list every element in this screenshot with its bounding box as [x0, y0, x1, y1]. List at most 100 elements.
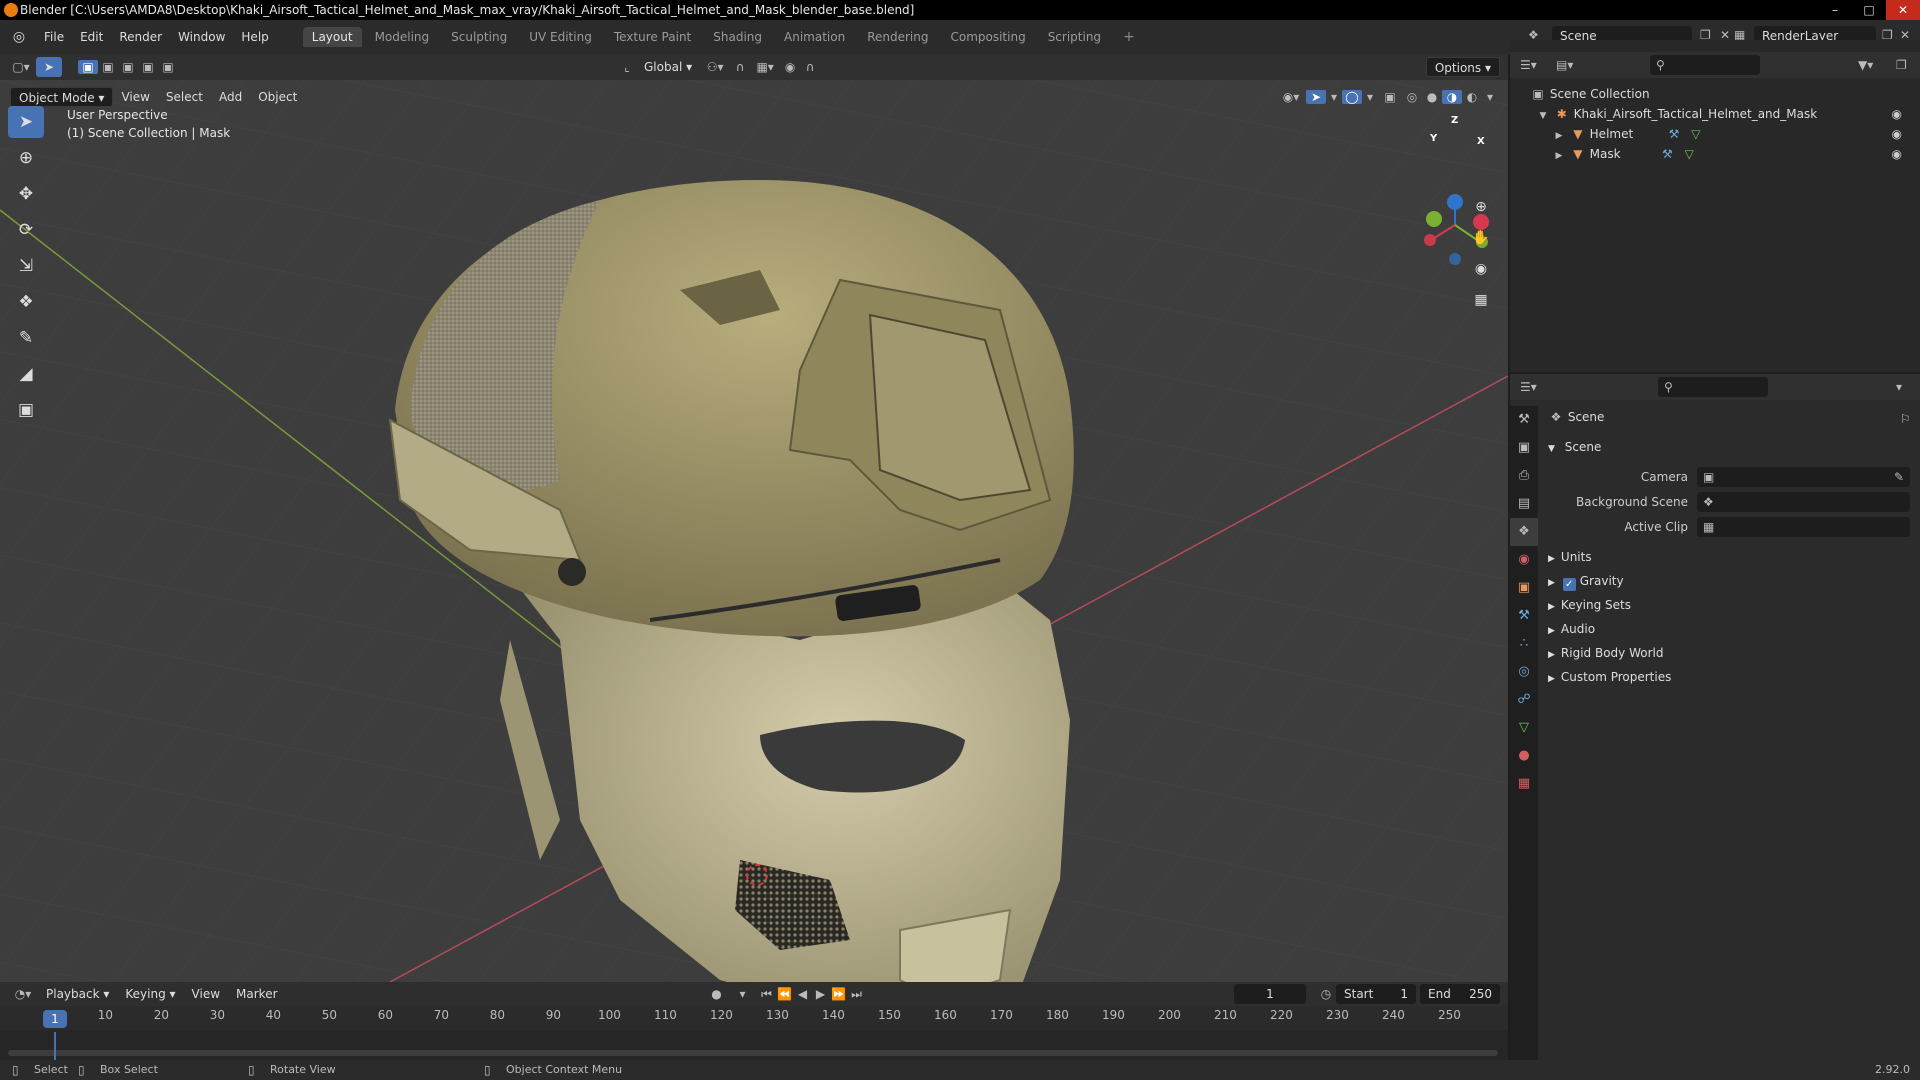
visibility-eye-icon[interactable]: ◉: [1892, 124, 1902, 144]
timeline-scrollbar[interactable]: [8, 1050, 1498, 1056]
falloff-icon[interactable]: ∩: [800, 60, 820, 74]
tab-scripting[interactable]: Scripting: [1039, 27, 1110, 47]
viewport-menu-add[interactable]: Add: [211, 90, 250, 104]
tab-compositing[interactable]: Compositing: [941, 27, 1034, 47]
transform-orientation-dropdown[interactable]: Global ▾: [636, 57, 700, 77]
viewport-menu-view[interactable]: View: [113, 90, 157, 104]
add-cube-tool-icon[interactable]: ▣: [8, 394, 44, 426]
viewport-menu-object[interactable]: Object: [250, 90, 305, 104]
outliner-row-scene-collection[interactable]: ▣ Scene Collection: [1510, 84, 1920, 104]
select-box-tool-icon[interactable]: ➤: [8, 106, 44, 138]
outliner-editor-type-icon[interactable]: ☰▾: [1520, 58, 1537, 72]
render-tab-icon[interactable]: ▣: [1510, 434, 1538, 462]
blender-menu-icon[interactable]: ◎: [10, 28, 28, 46]
outliner-row-group[interactable]: ▼ ✱ Khaki_Airsoft_Tactical_Helmet_and_Ma…: [1510, 104, 1920, 124]
texture-tab-icon[interactable]: ▦: [1510, 770, 1538, 798]
minimize-button[interactable]: –: [1818, 0, 1852, 20]
tab-sculpting[interactable]: Sculpting: [442, 27, 516, 47]
tab-texture-paint[interactable]: Texture Paint: [605, 27, 700, 47]
camera-view-icon[interactable]: ◉: [1468, 256, 1494, 282]
background-scene-field[interactable]: ❖: [1697, 492, 1910, 512]
tab-layout[interactable]: Layout: [302, 27, 362, 47]
options-dropdown[interactable]: Options ▾: [1425, 57, 1500, 77]
physics-tab-icon[interactable]: ◎: [1510, 658, 1538, 686]
menu-window[interactable]: Window: [170, 30, 233, 44]
material-shading-icon[interactable]: ◑: [1442, 90, 1462, 104]
xray-icon[interactable]: ▣: [1378, 90, 1402, 104]
visibility-eye-icon[interactable]: ◉: [1892, 104, 1902, 124]
outliner-row-helmet[interactable]: ▶ ▼ Helmet ⚒ ▽ ◉: [1510, 124, 1920, 144]
properties-options-icon[interactable]: ▾: [1896, 380, 1902, 394]
expand-arrow-icon[interactable]: ▼: [1536, 106, 1550, 126]
solid-shading-icon[interactable]: ●: [1422, 90, 1442, 104]
3d-viewport[interactable]: Z X Y User Perspective (1) Scene Collect…: [0, 80, 1508, 982]
modifiers-tab-icon[interactable]: ⚒: [1510, 602, 1538, 630]
scene-panel-header[interactable]: ▼ Scene: [1548, 440, 1601, 454]
material-tab-icon[interactable]: ●: [1510, 742, 1538, 770]
select-mode-subtract-icon[interactable]: ▣: [118, 60, 138, 74]
visibility-eye-icon[interactable]: ◉: [1892, 144, 1902, 164]
select-mode-new-icon[interactable]: ▣: [78, 60, 98, 74]
expand-arrow-icon[interactable]: ▶: [1552, 146, 1566, 166]
object-tab-icon[interactable]: ▣: [1510, 574, 1538, 602]
audio-section[interactable]: ▶ Audio: [1548, 622, 1595, 636]
ortho-grid-icon[interactable]: ▦: [1468, 287, 1494, 313]
keying-sets-section[interactable]: ▶ Keying Sets: [1548, 598, 1631, 612]
close-button[interactable]: ✕: [1886, 0, 1920, 20]
annotate-tool-icon[interactable]: ✎: [8, 322, 44, 354]
pan-hand-icon[interactable]: ✋: [1468, 225, 1494, 251]
tab-uv-editing[interactable]: UV Editing: [520, 27, 601, 47]
add-workspace-button[interactable]: +: [1114, 26, 1144, 48]
maximize-button[interactable]: □: [1852, 0, 1886, 20]
visibility-icon[interactable]: ◉▾: [1276, 90, 1306, 104]
eyedropper-icon[interactable]: ✎: [1894, 470, 1904, 484]
menu-edit[interactable]: Edit: [72, 30, 111, 44]
custom-properties-section[interactable]: ▶ Custom Properties: [1548, 670, 1671, 684]
proportional-edit-icon[interactable]: ◉: [780, 60, 800, 74]
snap-target-icon[interactable]: ▦▾: [750, 60, 780, 74]
wireframe-shading-icon[interactable]: ◎: [1402, 90, 1422, 104]
rigid-body-world-section[interactable]: ▶ Rigid Body World: [1548, 646, 1663, 660]
rotate-tool-icon[interactable]: ⟳: [8, 214, 44, 246]
tab-rendering[interactable]: Rendering: [858, 27, 937, 47]
menu-file[interactable]: File: [36, 30, 72, 44]
tab-shading[interactable]: Shading: [704, 27, 771, 47]
camera-field[interactable]: ▣ ✎: [1697, 467, 1910, 487]
outliner-row-mask[interactable]: ▶ ▼ Mask ⚒ ▽ ◉: [1510, 144, 1920, 164]
outliner-search-input[interactable]: ⚲: [1650, 55, 1760, 75]
pin-icon[interactable]: ⚐: [1900, 412, 1911, 426]
editor-type-icon[interactable]: ▢▾: [6, 60, 36, 74]
measure-tool-icon[interactable]: ◢: [8, 358, 44, 390]
view-layer-tab-icon[interactable]: ▤: [1510, 490, 1538, 518]
expand-arrow-icon[interactable]: ▶: [1552, 126, 1566, 146]
pivot-point-icon[interactable]: ⚇▾: [700, 60, 730, 74]
overlays-toggle-icon[interactable]: ◯: [1342, 90, 1362, 104]
units-section[interactable]: ▶ Units: [1548, 550, 1592, 564]
rendered-shading-icon[interactable]: ◐: [1462, 90, 1482, 104]
menu-help[interactable]: Help: [233, 30, 276, 44]
gizmo-dropdown-icon[interactable]: ▾: [1326, 90, 1342, 104]
gizmo-toggle-icon[interactable]: ➤: [1306, 90, 1326, 104]
zoom-icon[interactable]: ⊕: [1468, 194, 1494, 220]
gravity-checkbox[interactable]: ✓: [1562, 578, 1576, 591]
particles-tab-icon[interactable]: ∴: [1510, 630, 1538, 658]
gravity-section[interactable]: ▶ ✓ Gravity: [1548, 574, 1624, 591]
overlays-dropdown-icon[interactable]: ▾: [1362, 90, 1378, 104]
display-mode-icon[interactable]: ▤▾: [1556, 58, 1573, 72]
data-tab-icon[interactable]: ▽: [1510, 714, 1538, 742]
select-mode-difference-icon[interactable]: ▣: [138, 60, 158, 74]
constraints-tab-icon[interactable]: ☍: [1510, 686, 1538, 714]
menu-render[interactable]: Render: [111, 30, 170, 44]
properties-editor-type-icon[interactable]: ☰▾: [1520, 380, 1537, 394]
transform-tool-icon[interactable]: ❖: [8, 286, 44, 318]
cursor-tool-icon[interactable]: ⊕: [8, 142, 44, 174]
move-tool-icon[interactable]: ✥: [8, 178, 44, 210]
properties-search-input[interactable]: ⚲: [1658, 377, 1768, 397]
viewport-canvas[interactable]: [0, 80, 1508, 982]
world-tab-icon[interactable]: ◉: [1510, 546, 1538, 574]
playhead-frame-badge[interactable]: 1: [43, 1010, 67, 1028]
select-mode-intersect-icon[interactable]: ▣: [158, 60, 178, 74]
tab-modeling[interactable]: Modeling: [366, 27, 439, 47]
filter-icon[interactable]: ▼▾: [1858, 58, 1873, 72]
viewport-menu-select[interactable]: Select: [158, 90, 211, 104]
